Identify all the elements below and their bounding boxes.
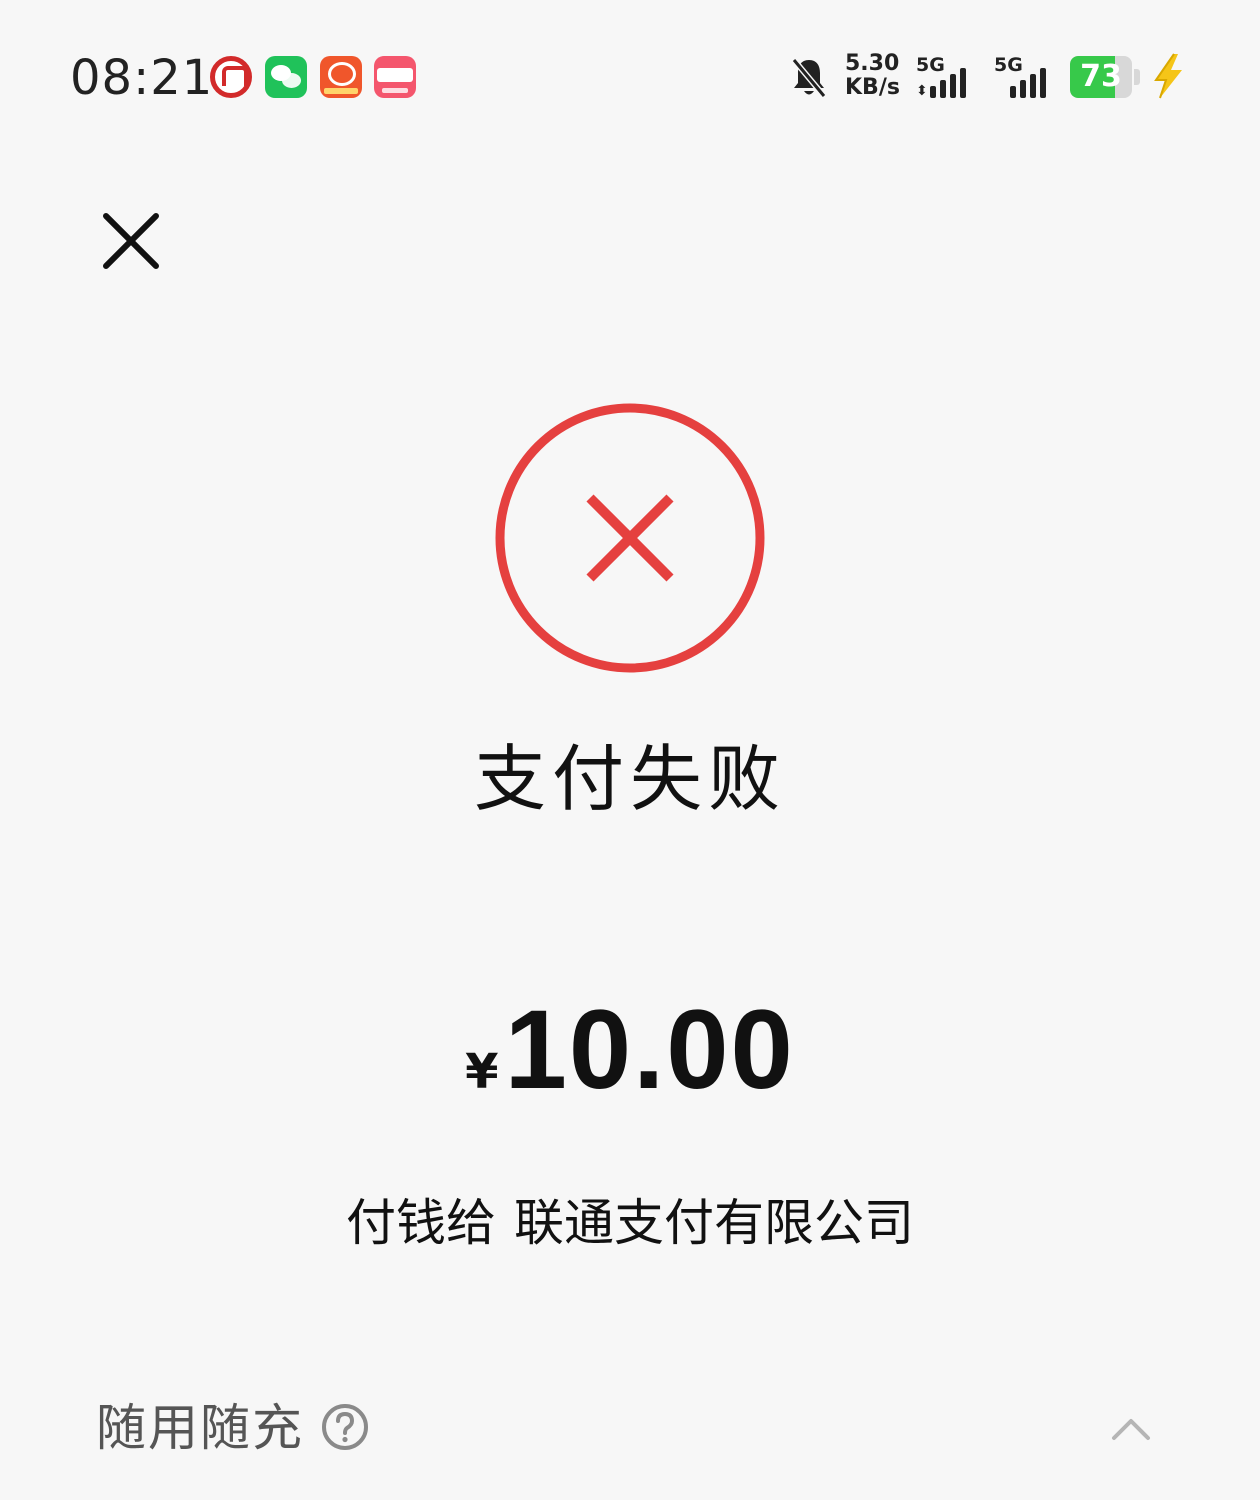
pink-app-icon — [374, 56, 416, 98]
wechat-icon — [265, 56, 307, 98]
data-arrows-icon: ⬍ — [916, 83, 928, 99]
bolt-icon — [1154, 53, 1182, 99]
battery-level: 73 — [1080, 59, 1122, 94]
payee-prefix: 付钱给 — [346, 1194, 496, 1252]
status-time: 08:21 — [70, 50, 214, 106]
top-up-section[interactable]: 随用随充 — [96, 1388, 1176, 1468]
payee-line: 付钱给 联通支付有限公司 — [0, 1190, 1260, 1256]
signal-icon: 5G ⬍ — [916, 54, 986, 102]
payee-name: 联通支付有限公司 — [514, 1194, 914, 1252]
network-speed-value: 5.30 — [845, 51, 900, 76]
currency-symbol: ¥ — [465, 1044, 499, 1100]
amount-value: 10.00 — [504, 987, 795, 1112]
orange-app-icon — [320, 56, 362, 98]
result-title: 支付失败 — [473, 737, 786, 821]
help-icon[interactable] — [320, 1402, 370, 1452]
fail-x-icon — [495, 403, 765, 673]
status-bar: 08:21 5.30 KB/s 5G ⬍ 5G 73 — [0, 0, 1260, 150]
bank-app-icon — [210, 56, 252, 98]
close-icon[interactable] — [92, 202, 172, 282]
battery-icon: 73 — [1070, 56, 1140, 98]
network-speed-unit: KB/s — [845, 75, 900, 100]
chevron-up-icon[interactable] — [1106, 1404, 1156, 1454]
signal-icon-2: 5G — [994, 54, 1064, 102]
bell-muted-icon — [791, 58, 827, 98]
section-label: 随用随充 — [96, 1399, 304, 1457]
payment-amount: ¥10.00 — [0, 990, 1260, 1143]
network-speed: 5.30 KB/s — [845, 52, 905, 100]
